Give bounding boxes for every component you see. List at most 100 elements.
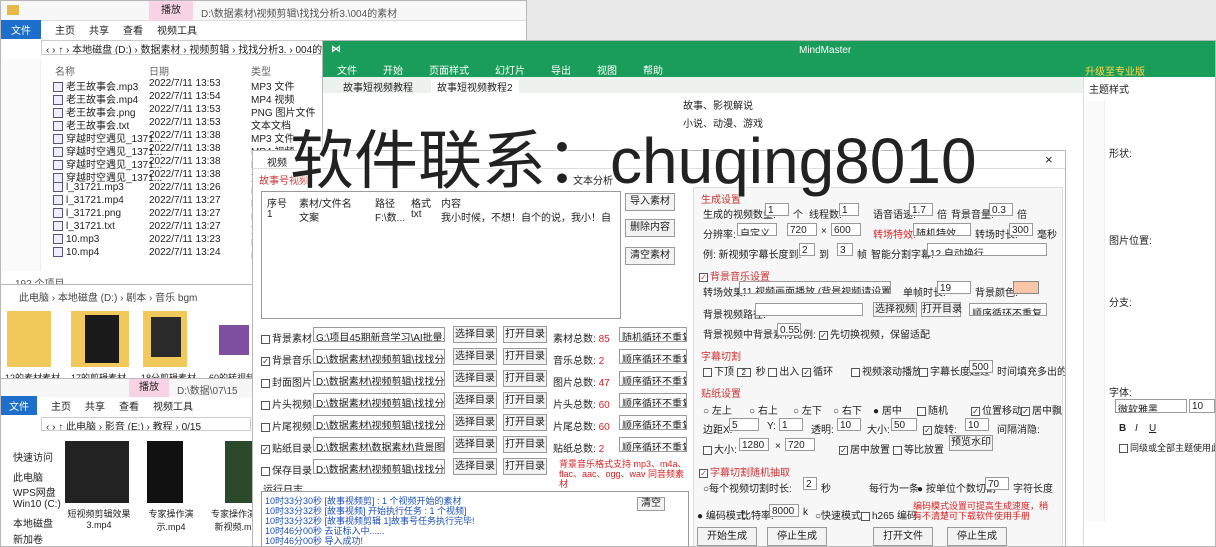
- position-radio[interactable]: 随机: [917, 402, 948, 417]
- file-row[interactable]: 10.mp4: [53, 247, 99, 260]
- cycle-mode-select[interactable]: 顺序循环不重复: [619, 393, 687, 408]
- bg-vol-input[interactable]: 0.3: [989, 203, 1013, 216]
- mm-italic-icon[interactable]: I: [1135, 423, 1138, 434]
- col-header-date[interactable]: 日期: [149, 63, 169, 78]
- dur-input[interactable]: 300: [1009, 223, 1033, 236]
- file-row[interactable]: l_31721.txt: [53, 221, 115, 234]
- color-swatch[interactable]: [1013, 281, 1039, 294]
- col-header-type[interactable]: 类型: [251, 63, 271, 78]
- address-seg[interactable]: 数据素材: [140, 45, 180, 54]
- dir-row-label[interactable]: 片头视频:: [261, 396, 315, 411]
- select-dir-button[interactable]: 选择目录: [453, 370, 497, 387]
- res-width-input[interactable]: 720: [787, 223, 817, 236]
- wsize-label[interactable]: 大小:: [703, 441, 737, 456]
- file-row[interactable]: 老王故事会.mp3: [53, 78, 138, 93]
- mm-menu-file[interactable]: 文件: [337, 62, 357, 77]
- file-row[interactable]: 穿越时空遇见_1371...: [53, 156, 162, 171]
- table-header-cell[interactable]: 序号: [267, 195, 287, 210]
- address-seg[interactable]: 找找分析3.: [238, 45, 286, 54]
- ribbon-video-tools-tab[interactable]: 视频工具: [157, 22, 197, 37]
- file-row[interactable]: 穿越时空遇见_1371...: [53, 130, 162, 145]
- position-radio[interactable]: ○ 左上: [703, 402, 732, 417]
- mm-underline-icon[interactable]: U: [1149, 423, 1156, 434]
- ratio-place-checkbox[interactable]: 等比放置: [893, 441, 944, 456]
- stop-generate-button[interactable]: 停止生成: [767, 527, 827, 546]
- position-radio[interactable]: ○ 左下: [793, 402, 822, 417]
- mm-menu-view[interactable]: 视图: [597, 62, 617, 77]
- delete-content-button[interactable]: 删除内容: [625, 219, 675, 237]
- dir-row-label[interactable]: 保存目录:: [261, 462, 315, 477]
- mm-doc-tab[interactable]: 故事短视频教程: [343, 79, 413, 94]
- position-radio[interactable]: ● 居中: [873, 402, 902, 417]
- select-dir-button[interactable]: 选择目录: [453, 326, 497, 343]
- dir-path-input[interactable]: D:\数据素材\视频剪辑\找找分析3.\M...: [313, 371, 445, 386]
- dir-row-label[interactable]: ✓ 背景音乐:: [261, 352, 315, 367]
- address-seg[interactable]: 视频剪辑: [189, 45, 229, 54]
- open-dir-button[interactable]: 打开目录: [503, 414, 547, 431]
- folder-thumb[interactable]: [143, 311, 187, 367]
- dir-row-label[interactable]: ✓ 贴纸目录:: [261, 440, 315, 455]
- mm-font-size[interactable]: 10: [1189, 399, 1215, 413]
- position-radio[interactable]: ✓ 位置移动: [971, 402, 1022, 417]
- open-dir-button[interactable]: 打开目录: [921, 302, 962, 317]
- open-dir-button[interactable]: 打开目录: [503, 436, 547, 453]
- address-seg[interactable]: 004的...: [295, 45, 323, 54]
- mm-menu-page-style[interactable]: 页面样式: [429, 62, 469, 77]
- nav-this-pc[interactable]: 此电脑: [13, 469, 43, 484]
- preview-watermark-button[interactable]: 预览水印: [949, 435, 993, 451]
- archive-icon[interactable]: [219, 325, 249, 355]
- select-dir-button[interactable]: 选择目录: [453, 436, 497, 453]
- file-row[interactable]: l_31721.mp3: [53, 182, 124, 195]
- srt-a-input[interactable]: 2: [803, 477, 817, 490]
- stop-generate-button-2[interactable]: 停止生成: [947, 527, 1007, 546]
- dialog-close-icon[interactable]: ×: [1045, 152, 1053, 167]
- dir-row-checkbox[interactable]: ✓: [261, 444, 270, 454]
- folder-thumb[interactable]: [7, 311, 51, 367]
- dir-row-checkbox[interactable]: [261, 422, 270, 432]
- nav-new-volume[interactable]: 新加卷: [13, 531, 43, 546]
- srt-mode2-radio[interactable]: ● 按单位个数切割: [917, 480, 996, 495]
- nav-quick-access[interactable]: 快速访问: [13, 449, 53, 464]
- file-row[interactable]: 10.mp3: [53, 234, 99, 247]
- video-thumb[interactable]: [147, 441, 183, 503]
- position-radio[interactable]: ○ 右上: [749, 402, 778, 417]
- start-generate-button[interactable]: 开始生成: [697, 527, 757, 546]
- res-select[interactable]: 自定义: [737, 223, 777, 236]
- res-height-input[interactable]: 600: [831, 223, 861, 236]
- address-bar[interactable]: ‹ › ↑ 此电脑 › 影音 (E:) › 教程 › 0/15: [41, 417, 251, 431]
- y-input[interactable]: 1: [779, 418, 803, 431]
- wsize-h-input[interactable]: 720: [785, 438, 815, 451]
- dir-row-label[interactable]: 片尾视频:: [261, 418, 315, 433]
- log-clear-button[interactable]: 清空: [637, 497, 665, 511]
- dir-path-input[interactable]: G:\项目45期新音学习\AI批量导语音合成\...: [313, 327, 445, 342]
- cut-len-input[interactable]: 500: [969, 360, 993, 373]
- h265-checkbox[interactable]: h265 编码: [861, 507, 917, 522]
- file-row[interactable]: 老王故事会.txt: [53, 117, 129, 132]
- rot-label[interactable]: ✓ 旋转:: [923, 421, 957, 436]
- cycle-mode-select[interactable]: 顺序循环不重复: [619, 437, 687, 452]
- video-thumb[interactable]: [65, 441, 129, 503]
- file-row[interactable]: 老王故事会.png: [53, 104, 135, 119]
- thread-input[interactable]: 1: [839, 203, 859, 216]
- ribbon-share-tab[interactable]: 共享: [89, 22, 109, 37]
- bitrate-input[interactable]: 8000: [769, 504, 799, 517]
- dir-row-checkbox[interactable]: [261, 334, 270, 344]
- file-row[interactable]: 穿越时空遇见_1371...: [53, 143, 162, 158]
- folder-thumb[interactable]: [71, 311, 129, 367]
- mm-menu-slides[interactable]: 幻灯片: [495, 62, 525, 77]
- dir-path-input[interactable]: D:\数据素材\数据素材\背景图片\片...: [313, 437, 445, 452]
- file-row[interactable]: l_31721.mp4: [53, 195, 124, 208]
- cycle-mode-select[interactable]: 随机循环不重复: [619, 327, 687, 342]
- position-radio[interactable]: ✓ 居中飘: [1021, 402, 1062, 417]
- rot-input[interactable]: 10: [965, 418, 989, 431]
- open-file-button[interactable]: 打开文件: [873, 527, 933, 546]
- cut-mid-label[interactable]: 视频滚动播放: [851, 363, 922, 378]
- mm-doc-tab[interactable]: 故事短视频教程2: [431, 79, 519, 94]
- dir-row-checkbox[interactable]: [261, 400, 270, 410]
- file-row[interactable]: 老王故事会.mp4: [53, 91, 138, 106]
- dir-path-input[interactable]: D:\数据素材\视频剪辑\找找分析3.\故...: [313, 349, 445, 364]
- bg-mode-select[interactable]: 顺序循环不重复: [969, 303, 1047, 316]
- mm-menu-help[interactable]: 帮助: [643, 62, 663, 77]
- select-video-button[interactable]: 选择视频: [873, 302, 917, 317]
- nav-drive-c[interactable]: Win10 (C:): [13, 499, 61, 510]
